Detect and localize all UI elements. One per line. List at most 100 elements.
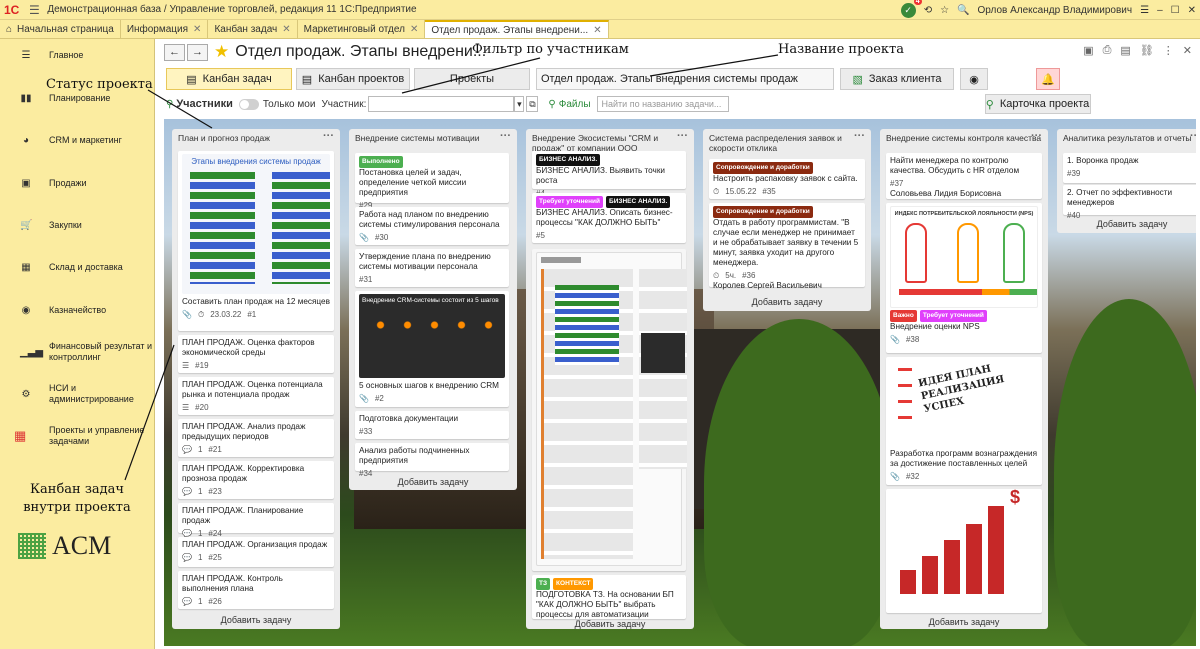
maximize-icon[interactable]: ☐: [1171, 5, 1180, 16]
card-title: Внедрение оценки NPS: [890, 322, 980, 331]
client-order-button[interactable]: ▧ Заказ клиента: [840, 68, 954, 90]
more-icon[interactable]: ···: [1031, 131, 1042, 142]
user-name[interactable]: Орлов Александр Владимирович: [978, 5, 1133, 16]
task-card[interactable]: 1. Воронка продаж #39: [1063, 153, 1196, 183]
back-button[interactable]: ←: [164, 43, 185, 61]
button-label: Канбан проектов: [318, 73, 405, 85]
task-card[interactable]: ПЛАН ПРОДАЖ. Оценка потенциала рынка и п…: [178, 377, 334, 415]
more-icon[interactable]: ···: [1190, 131, 1196, 142]
clock-icon: ⏱: [197, 310, 205, 319]
projects-button[interactable]: Проекты: [414, 68, 530, 90]
more-icon[interactable]: ···: [854, 131, 865, 142]
task-number: #5: [536, 231, 545, 240]
alert-button[interactable]: 🔔: [1036, 68, 1060, 90]
add-task-button[interactable]: Добавить задачу: [349, 477, 517, 487]
task-card[interactable]: 2. Отчет по эффективности менеджеров #40: [1063, 185, 1196, 220]
close-icon[interactable]: ✕: [1188, 5, 1196, 16]
project-name-field[interactable]: Отдел продаж. Этапы внедрения системы пр…: [536, 68, 834, 90]
comment-icon: 💬: [182, 445, 192, 454]
column-header: Внедрение системы контроля качества ···: [880, 129, 1048, 153]
task-card[interactable]: Требует уточнений БИЗНЕС АНАЛИЗ. БИЗНЕС АН…: [532, 193, 686, 243]
close-icon[interactable]: ✕: [1183, 44, 1192, 57]
tab-sales-project[interactable]: Отдел продаж. Этапы внедрени... ✕: [425, 20, 609, 38]
more-icon[interactable]: ···: [500, 131, 511, 142]
tab-marketing[interactable]: Маркетинговый отдел ✕: [298, 20, 426, 38]
history-icon[interactable]: ⟲: [924, 5, 932, 16]
add-task-button[interactable]: Добавить задачу: [526, 619, 694, 629]
files-label[interactable]: Файлы: [559, 99, 591, 110]
due-date: 15.05.22: [725, 187, 757, 196]
more-icon[interactable]: ···: [323, 131, 334, 142]
task-card[interactable]: ИДЕЯ ПЛАН РЕАЛИЗАЦИЯ УСПЕХ Разработка пр…: [886, 357, 1042, 485]
task-card[interactable]: Подготовка документации #33: [355, 411, 509, 439]
time-spent: 5ч.: [725, 271, 737, 280]
document-icon[interactable]: ▤: [1120, 44, 1130, 57]
task-card[interactable]: ИНДЕКС ПОТРЕБИТЕЛЬСКОЙ ЛОЯЛЬНОСТИ (NPS) …: [886, 203, 1042, 353]
add-task-button[interactable]: Добавить задачу: [1057, 219, 1196, 229]
only-mine-toggle[interactable]: [238, 98, 259, 110]
task-card[interactable]: Выполнено Постановка целей и задач, опред…: [355, 153, 509, 210]
more-icon[interactable]: ⋮: [1163, 44, 1174, 57]
growth-chart-image: $: [890, 488, 1038, 604]
menu-icon: ☰: [21, 49, 31, 61]
growth-bar: [900, 570, 916, 594]
task-card[interactable]: Этапы внедрения системы продаж Составить…: [178, 151, 334, 331]
filter-icon: ⚲: [548, 98, 556, 110]
task-card[interactable]: [532, 249, 687, 571]
settings-icon[interactable]: ☰: [1140, 5, 1149, 16]
task-card[interactable]: ПЛАН ПРОДАЖ. Анализ продаж предыдущих пе…: [178, 419, 334, 457]
link-icon[interactable]: ⛓: [1140, 44, 1154, 57]
task-card[interactable]: Сопровождение и доработки Настроить распа…: [709, 159, 865, 199]
participant-input[interactable]: [368, 96, 515, 112]
task-card[interactable]: ПЛАН ПРОДАЖ. Контроль выполнения плана 💬 1…: [178, 571, 334, 609]
tab-info[interactable]: Информация ✕: [121, 20, 209, 38]
search-input[interactable]: Найти по названию задачи...: [596, 96, 729, 112]
add-task-button[interactable]: Добавить задачу: [880, 617, 1048, 627]
task-card[interactable]: ПЛАН ПРОДАЖ. Корректировка прозноза прод…: [178, 461, 334, 499]
kanban-projects-button[interactable]: ▤ Канбан проектов: [296, 68, 410, 90]
task-card[interactable]: Работа над планом по внедрению системы с…: [355, 207, 509, 245]
task-card[interactable]: Анализ работы подчиненных предприятия #34: [355, 443, 509, 478]
forward-button[interactable]: →: [187, 43, 208, 61]
task-card[interactable]: ТЗ КОНТЕКСТ ПОДГОТОВКА ТЗ. На основании БП…: [532, 575, 686, 619]
add-task-button[interactable]: Добавить задачу: [172, 615, 340, 625]
growth-bar: [966, 524, 982, 594]
paperclip-icon: 📎: [359, 394, 369, 403]
hamburger-icon[interactable]: ☰: [27, 3, 41, 17]
close-icon[interactable]: ✕: [593, 25, 601, 36]
task-card[interactable]: БИЗНЕС АНАЛИЗ. БИЗНЕС АНАЛИЗ. Выявить точ…: [532, 151, 686, 198]
tab-label: Маркетинговый отдел: [303, 23, 405, 35]
comment-icon: 💬: [182, 487, 192, 496]
clear-icon[interactable]: ⧉: [526, 96, 539, 112]
close-icon[interactable]: ✕: [193, 24, 201, 35]
task-card[interactable]: ПЛАН ПРОДАЖ. Оценка факторов экономическ…: [178, 335, 334, 373]
star-icon[interactable]: ☆: [940, 5, 949, 16]
favorite-star-icon[interactable]: ★: [214, 42, 229, 62]
participants-label: Участники: [176, 98, 233, 110]
close-icon[interactable]: ✕: [410, 24, 418, 35]
card-title: ПЛАН ПРОДАЖ. Планирование продаж: [182, 506, 304, 525]
kanban-tasks-button[interactable]: ▤ Канбан задач: [166, 68, 292, 90]
task-card[interactable]: ПЛАН ПРОДАЖ. Планирование продаж 💬 1 #24: [178, 503, 334, 538]
print-icon[interactable]: ⎙: [1103, 44, 1112, 57]
task-card[interactable]: Сопровождение и доработки Отдать в работу…: [709, 203, 865, 290]
home-icon: ⌂: [6, 23, 13, 35]
card-meta: 📎 #2: [359, 394, 505, 404]
more-icon[interactable]: ···: [677, 131, 688, 142]
save-icon[interactable]: ▣: [1083, 44, 1093, 57]
task-card[interactable]: $: [886, 488, 1042, 613]
close-icon[interactable]: ✕: [282, 24, 290, 35]
task-card[interactable]: Утверждение плана по внедрению системы м…: [355, 249, 509, 287]
tab-kanban[interactable]: Канбан задач ✕: [208, 20, 298, 38]
view-button[interactable]: ◉: [960, 68, 988, 90]
task-card[interactable]: ПЛАН ПРОДАЖ. Организация продаж 💬 1 #25: [178, 537, 334, 567]
project-card-button[interactable]: ⚲ Карточка проекта: [984, 94, 1091, 114]
task-card[interactable]: Внедрение CRM-системы состоит из 5 шагов…: [355, 291, 509, 407]
dropdown-icon[interactable]: ▾: [514, 96, 525, 112]
notifications-icon[interactable]: ✓ 4: [900, 0, 922, 18]
minimize-icon[interactable]: –: [1157, 5, 1163, 16]
tab-home[interactable]: ⌂ Начальная страница: [0, 20, 121, 38]
task-card[interactable]: Найти менеджера по контролю качества. Об…: [886, 153, 1042, 199]
search-icon[interactable]: 🔍: [957, 5, 969, 16]
add-task-button[interactable]: Добавить задачу: [703, 297, 871, 307]
